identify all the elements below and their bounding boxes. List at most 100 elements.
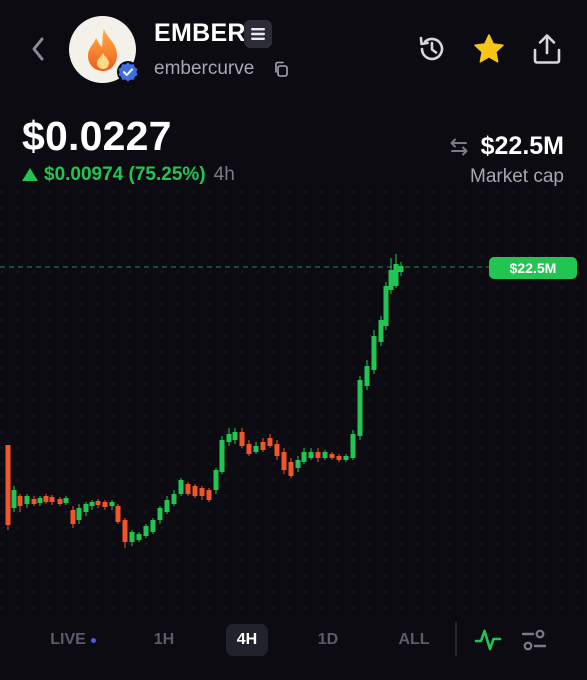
price-level-tag: $22.5M [489,257,577,279]
candle-body [343,456,349,460]
line-chart-button[interactable] [472,624,504,656]
candle-body [171,494,177,504]
candle-body [260,442,266,450]
candle-body [95,501,101,505]
candle-body [288,462,294,476]
menu-lines-icon [251,28,265,40]
price-change-row: $0.00974 (75.25%) 4h [22,164,235,186]
candle-body [11,490,17,508]
candle-body [199,488,205,496]
candle-body [76,508,82,520]
candle-body [136,534,142,540]
candle-body [57,499,63,504]
candle-body [115,506,121,522]
verified-badge-icon [116,60,140,84]
menu-button[interactable] [244,20,272,48]
chart-settings-button[interactable] [518,624,550,656]
divider [455,622,457,656]
candle-body [83,504,89,512]
swap-arrows-icon[interactable] [448,136,470,158]
candle-body [393,264,399,286]
candle-body [17,496,23,506]
candle-body [89,502,95,506]
candle-body [253,446,259,452]
timeframe-4h[interactable]: 4H [226,624,268,656]
line-chart-icon [474,629,502,651]
candle-body [322,452,328,458]
candle-body [388,270,394,290]
candle-body [24,496,30,504]
candle-body [378,320,384,342]
candle-body [232,432,238,440]
history-icon [419,36,444,61]
candle-body [350,434,356,458]
star-icon [474,34,504,63]
candle-body [267,438,273,446]
candle-body [301,452,307,462]
timeframe-label: ALL [398,631,430,648]
candle-body [308,452,314,458]
candle-body [226,434,232,442]
candle-body [150,520,156,532]
candle-body [357,380,363,436]
candle-body [102,502,108,507]
candle-body [239,432,245,446]
candle-body [49,497,55,502]
candle-body [219,440,225,472]
market-cap-value: $22.5M [480,132,564,160]
chart-grid [0,190,587,610]
token-name: EMBER [154,19,246,47]
candle-body [295,460,301,468]
candle-body [37,498,43,503]
candle-body [315,452,321,458]
back-button[interactable] [22,30,54,68]
live-dot-icon [90,637,96,643]
candle-body [109,502,115,506]
share-icon [533,34,561,64]
timeframe-label: 1H [153,631,175,648]
candle-body [336,456,342,460]
timeframe-1h[interactable]: 1H [143,624,185,656]
candle-body [206,490,212,500]
timeframe-label: 4H [236,631,258,648]
candle-body [246,444,252,454]
price-change: $0.00974 (75.25%) [44,164,206,185]
candle-body [274,444,280,456]
candle-body [157,508,163,520]
candle-body [281,452,287,470]
price-chart[interactable] [0,190,587,610]
candle-body [383,286,389,326]
candle-body [371,336,377,370]
timeframe-all[interactable]: ALL [391,624,437,656]
timeframe-live[interactable]: LIVE [42,624,104,656]
copy-icon[interactable] [272,60,290,78]
candle-body [143,526,149,536]
candle-body [43,496,49,502]
share-button[interactable] [529,30,565,68]
up-arrow-icon [22,167,38,181]
candle-body [5,445,11,525]
candle-body [178,480,184,494]
favorite-button[interactable] [470,30,508,68]
timeframe-1d[interactable]: 1D [307,624,349,656]
sliders-icon [521,629,547,651]
current-price: $0.0227 [22,113,172,159]
candle-body [192,486,198,496]
candle-body [164,500,170,512]
candle-body [213,470,219,490]
chevron-left-icon [32,37,44,61]
candle-body [63,498,69,503]
timeframe-label: LIVE [50,631,86,648]
candle-body [329,454,335,458]
candle-body [364,366,370,386]
timeframe-label: 1D [317,631,339,648]
candle-body [31,499,37,504]
candle-body [122,520,128,542]
candle-body [185,484,191,494]
history-button[interactable] [414,31,450,67]
candle-body [129,532,135,542]
market-cap-label: Market cap [470,166,564,187]
change-period: 4h [213,164,235,185]
candle-body [398,266,404,272]
token-handle: embercurve [154,58,255,79]
